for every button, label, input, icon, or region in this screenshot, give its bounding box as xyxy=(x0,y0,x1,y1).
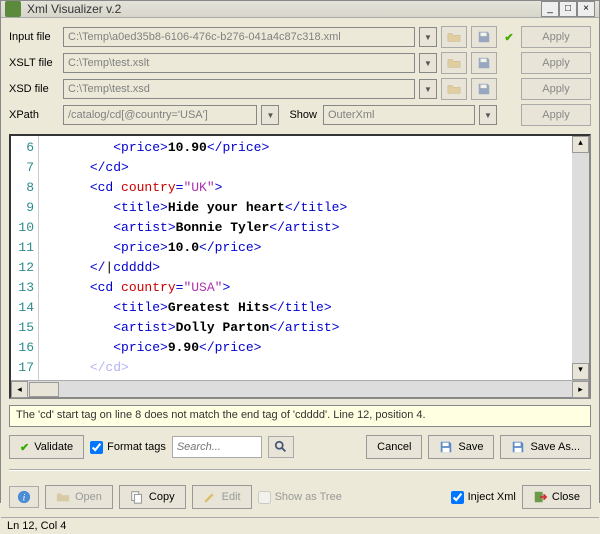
vertical-scrollbar[interactable]: ▴ ▾ xyxy=(572,136,589,380)
input-ok-icon: ✔ xyxy=(501,29,517,45)
format-tags-checkbox[interactable]: Format tags xyxy=(90,441,166,454)
separator xyxy=(9,469,591,471)
search-input[interactable] xyxy=(172,436,262,458)
inject-xml-checkbox[interactable]: Inject Xml xyxy=(451,491,516,504)
xpath-label: XPath xyxy=(9,109,59,121)
info-icon: i xyxy=(17,490,31,504)
xpath-row: XPath ▼ Show ▼ Apply xyxy=(9,104,591,126)
exit-icon xyxy=(533,490,547,504)
xslt-open-icon[interactable] xyxy=(441,52,467,74)
input-file-save-icon[interactable] xyxy=(471,26,497,48)
input-apply-button[interactable]: Apply xyxy=(521,26,591,48)
close-window-button[interactable]: × xyxy=(577,1,595,17)
xsd-file-label: XSD file xyxy=(9,83,59,95)
scroll-up-icon[interactable]: ▴ xyxy=(572,136,589,153)
xsd-apply-button[interactable]: Apply xyxy=(521,78,591,100)
xsd-file-dropdown[interactable]: ▼ xyxy=(419,79,437,99)
xpath-dropdown[interactable]: ▼ xyxy=(261,105,279,125)
xslt-file-row: XSLT file ▼ Apply xyxy=(9,52,591,74)
save-as-icon xyxy=(511,440,525,454)
xsd-save-icon[interactable] xyxy=(471,78,497,100)
app-icon xyxy=(5,1,21,17)
window-title: Xml Visualizer v.2 xyxy=(27,2,541,16)
close-button[interactable]: Close xyxy=(522,485,591,509)
input-file-label: Input file xyxy=(9,31,59,43)
xslt-file-dropdown[interactable]: ▼ xyxy=(419,53,437,73)
validate-button[interactable]: ✔Validate xyxy=(9,435,84,459)
xsd-file-row: XSD file ▼ Apply xyxy=(9,78,591,100)
show-as-tree-checkbox: Show as Tree xyxy=(258,491,342,504)
xsd-file-field[interactable] xyxy=(63,79,415,99)
scroll-down-icon[interactable]: ▾ xyxy=(572,363,589,380)
show-label: Show xyxy=(289,109,317,121)
minimize-button[interactable]: _ xyxy=(541,1,559,17)
xslt-save-icon[interactable] xyxy=(471,52,497,74)
input-file-row: Input file ▼ ✔ Apply xyxy=(9,26,591,48)
xslt-apply-button[interactable]: Apply xyxy=(521,52,591,74)
horizontal-scrollbar[interactable]: ◂ ▸ xyxy=(11,380,589,397)
info-button[interactable]: i xyxy=(9,486,39,508)
code-area[interactable]: <price>10.90</price> </cd> <cd country="… xyxy=(39,136,572,380)
toolbar-bottom-row: i Open Copy Edit Show as Tree Inject Xml… xyxy=(9,485,591,509)
check-icon: ✔ xyxy=(20,441,29,454)
scroll-thumb[interactable] xyxy=(29,382,59,397)
code-editor[interactable]: 67891011121314151617 <price>10.90</price… xyxy=(9,134,591,399)
folder-open-icon xyxy=(56,490,70,504)
scroll-left-icon[interactable]: ◂ xyxy=(11,381,28,398)
cancel-button[interactable]: Cancel xyxy=(366,435,422,459)
show-field[interactable] xyxy=(323,105,475,125)
input-file-field[interactable] xyxy=(63,27,415,47)
scroll-right-icon[interactable]: ▸ xyxy=(572,381,589,398)
open-button[interactable]: Open xyxy=(45,485,113,509)
input-file-open-icon[interactable] xyxy=(441,26,467,48)
input-file-dropdown[interactable]: ▼ xyxy=(419,27,437,47)
xslt-file-label: XSLT file xyxy=(9,57,59,69)
svg-text:i: i xyxy=(23,493,26,504)
titlebar: Xml Visualizer v.2 _ □ × xyxy=(1,1,599,18)
save-icon xyxy=(439,440,453,454)
error-message: The 'cd' start tag on line 8 does not ma… xyxy=(9,405,591,427)
xslt-file-field[interactable] xyxy=(63,53,415,73)
search-button[interactable] xyxy=(268,436,294,458)
save-as-button[interactable]: Save As... xyxy=(500,435,591,459)
toolbar-validate-row: ✔Validate Format tags Cancel Save Save A… xyxy=(9,435,591,459)
status-bar: Ln 12, Col 4 xyxy=(1,517,599,534)
xpath-apply-button[interactable]: Apply xyxy=(521,104,591,126)
copy-button[interactable]: Copy xyxy=(119,485,186,509)
edit-icon xyxy=(203,490,217,504)
xpath-field[interactable] xyxy=(63,105,257,125)
line-gutter: 67891011121314151617 xyxy=(11,136,39,380)
show-dropdown[interactable]: ▼ xyxy=(479,105,497,125)
edit-button[interactable]: Edit xyxy=(192,485,252,509)
copy-icon xyxy=(130,490,144,504)
save-button[interactable]: Save xyxy=(428,435,494,459)
maximize-button[interactable]: □ xyxy=(559,1,577,17)
xsd-open-icon[interactable] xyxy=(441,78,467,100)
